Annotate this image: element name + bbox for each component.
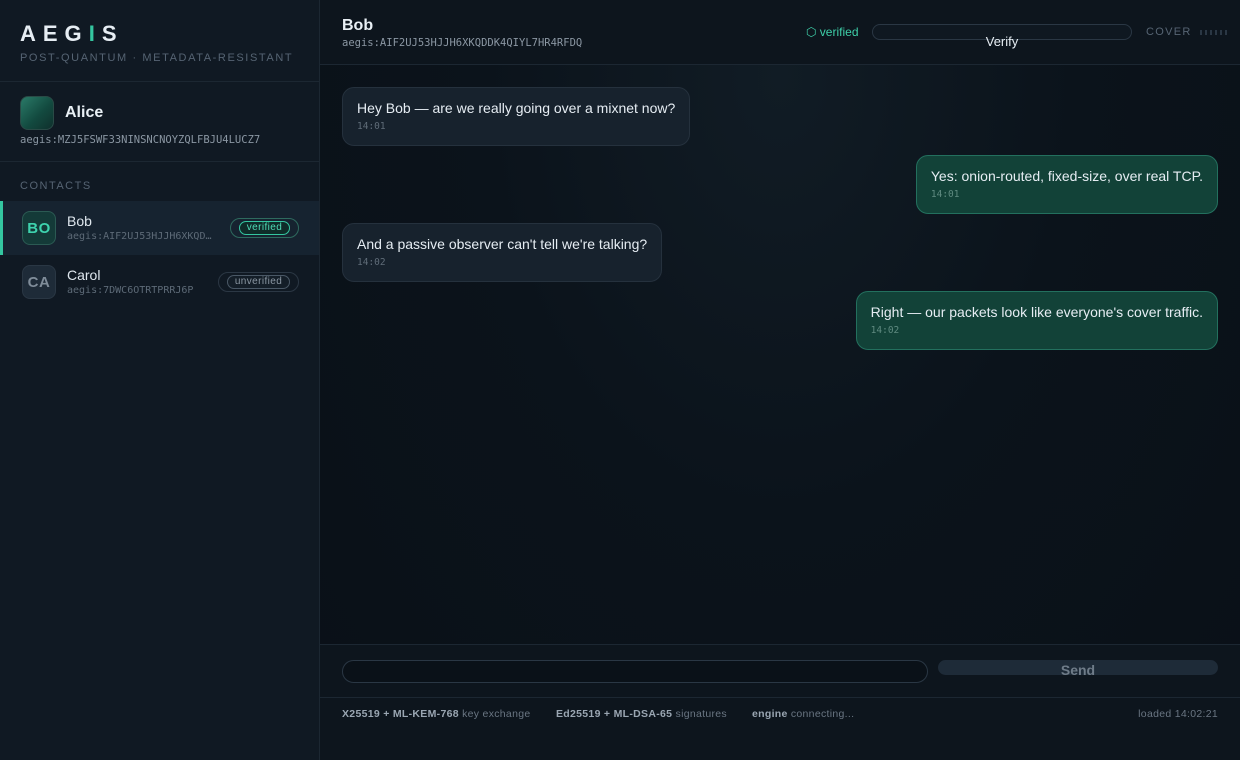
- brand-header: AEGIS POST-QUANTUM · METADATA-RESISTANT: [0, 0, 319, 82]
- signal-bars-icon: [1199, 29, 1227, 35]
- contact-address: aegis:AIF2UJ53HJJH6XKQDDK4QIYL7HR4RFDQ: [67, 230, 217, 242]
- message-text: Right — our packets look like everyone's…: [870, 304, 1203, 320]
- message-input[interactable]: [342, 660, 928, 683]
- app-window: AEGIS POST-QUANTUM · METADATA-RESISTANT …: [0, 0, 1240, 760]
- my-address: aegis:MZJ5FSWF33NINSNCNOYZQLFBJU4LUCZ7: [20, 134, 261, 146]
- send-button-label: Send: [1060, 662, 1096, 678]
- contact-item-bob[interactable]: BO Bob aegis:AIF2UJ53HJJH6XKQDDK4QIYL7HR…: [0, 201, 319, 255]
- composer: Send: [320, 644, 1240, 698]
- sidebar: AEGIS POST-QUANTUM · METADATA-RESISTANT …: [0, 0, 320, 760]
- logo-text-end: S: [101, 21, 124, 46]
- key-exchange-status: X25519 + ML-KEM-768 key exchange: [342, 708, 531, 720]
- contact-avatar: CA: [22, 265, 56, 299]
- contact-name: Bob: [67, 212, 92, 229]
- app-logo: AEGIS: [20, 22, 299, 46]
- message-text: Hey Bob — are we really going over a mix…: [357, 100, 676, 116]
- message-time: 14:01: [930, 189, 960, 200]
- cover-traffic-indicator: COVER: [1146, 26, 1227, 38]
- message-time: 14:02: [357, 257, 386, 268]
- message-outgoing: Yes: onion-routed, fixed-size, over real…: [915, 155, 1218, 214]
- verify-button-label: Verify: [985, 34, 1019, 49]
- cover-label: COVER: [1146, 26, 1192, 38]
- my-name: Alice: [65, 104, 104, 121]
- sig-label: signatures: [672, 708, 727, 720]
- contact-avatar: BO: [22, 211, 56, 245]
- contacts-heading: CONTACTS: [20, 180, 92, 192]
- app-tagline: POST-QUANTUM · METADATA-RESISTANT: [20, 52, 294, 64]
- message-time: 14:01: [357, 121, 386, 132]
- contact-list: BO Bob aegis:AIF2UJ53HJJH6XKQDDK4QIYL7HR…: [0, 201, 319, 309]
- my-identity: Alice aegis:MZJ5FSWF33NINSNCNOYZQLFBJU4L…: [0, 82, 319, 162]
- badge-label: verified: [238, 221, 291, 235]
- contact-name: Carol: [67, 266, 101, 283]
- engine-status: engine connecting...: [752, 708, 854, 720]
- badge-label: unverified: [226, 275, 291, 289]
- message-time: 14:02: [870, 325, 900, 336]
- send-button[interactable]: Send: [938, 660, 1218, 678]
- message-outgoing: Right — our packets look like everyone's…: [855, 291, 1218, 350]
- logo-text: AEG: [20, 21, 89, 46]
- message-text: And a passive observer can't tell we're …: [357, 236, 648, 252]
- status-badge: unverified: [218, 272, 299, 292]
- peer-address: aegis:AIF2UJ53HJJH6XKQDDK4QIYL7HR4RFDQ: [342, 37, 583, 49]
- message-incoming: And a passive observer can't tell we're …: [342, 223, 663, 282]
- engine-label: engine: [752, 708, 788, 720]
- my-avatar: [20, 96, 54, 130]
- message-incoming: Hey Bob — are we really going over a mix…: [342, 87, 691, 146]
- kx-label: key exchange: [458, 708, 531, 720]
- contact-item-carol[interactable]: CA Carol aegis:7DWC6OTRTPRRJ6P unverifie…: [0, 255, 319, 309]
- message-text: Yes: onion-routed, fixed-size, over real…: [930, 168, 1203, 184]
- kx-algorithms: X25519 + ML-KEM-768: [342, 708, 459, 720]
- sig-algorithms: Ed25519 + ML-DSA-65: [556, 708, 673, 720]
- verify-button[interactable]: Verify: [872, 24, 1132, 49]
- chat-header: Bob aegis:AIF2UJ53HJJH6XKQDDK4QIYL7HR4RF…: [320, 0, 1240, 65]
- peer-name: Bob: [342, 17, 374, 34]
- status-bar: X25519 + ML-KEM-768 key exchange Ed25519…: [320, 698, 1240, 760]
- signature-status: Ed25519 + ML-DSA-65 signatures: [556, 708, 727, 720]
- status-badge: verified: [230, 218, 299, 238]
- loaded-timestamp: loaded 14:02:21: [1138, 708, 1218, 720]
- engine-state: connecting...: [787, 708, 855, 720]
- message-list: Hey Bob — are we really going over a mix…: [320, 65, 1240, 644]
- contact-address: aegis:7DWC6OTRTPRRJ6P: [67, 284, 194, 296]
- logo-accent-letter: I: [88, 21, 102, 46]
- chat-panel: Bob aegis:AIF2UJ53HJJH6XKQDDK4QIYL7HR4RF…: [320, 0, 1240, 760]
- verified-indicator: ⬡ verified: [806, 25, 859, 39]
